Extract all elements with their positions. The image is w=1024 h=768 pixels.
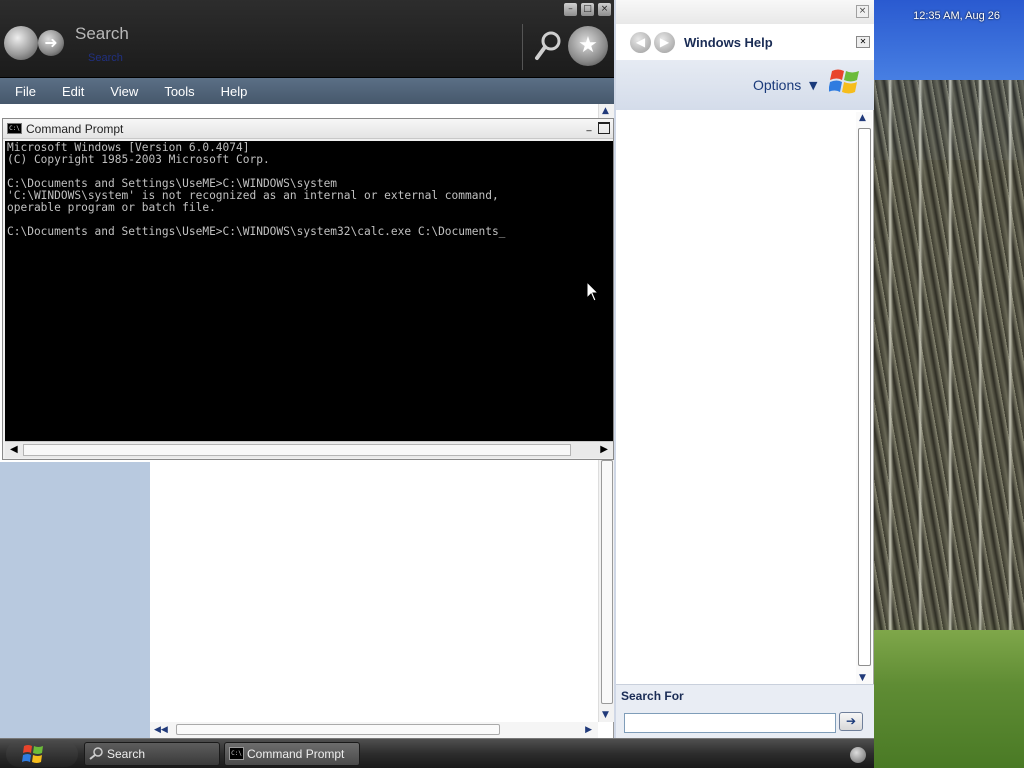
help-titlebar: ×	[616, 0, 874, 24]
left-panel	[0, 462, 150, 738]
menu-edit[interactable]: Edit	[53, 84, 93, 99]
scroll-up-icon[interactable]: ▲	[602, 106, 609, 116]
cmd-task-icon: C:\	[229, 747, 244, 760]
forward-arrow-icon[interactable]: ➜	[38, 30, 64, 56]
cmd-title: Command Prompt	[26, 122, 124, 136]
help-vertical-scrollbar[interactable]: ▲ ▼	[856, 112, 872, 684]
menu-tools[interactable]: Tools	[155, 84, 203, 99]
help-content-area	[620, 114, 858, 682]
windows-help-pane: × ◀ ▶ Windows Help ✕ Options ▼ ▲ ▼ Searc…	[614, 0, 874, 738]
console-line: (C) Copyright 1985-2003 Microsoft Corp.	[7, 153, 270, 166]
menu-view[interactable]: View	[101, 84, 147, 99]
main-horizontal-scrollbar[interactable]: ◀◀ ▶	[150, 722, 598, 738]
taskbar-item-search[interactable]: Search	[84, 742, 220, 766]
help-pin-icon[interactable]: ✕	[856, 36, 870, 48]
cmd-maximize-button[interactable]	[598, 122, 610, 134]
cmd-scroll-left-icon[interactable]: ◀	[10, 444, 18, 455]
cmd-console[interactable]: Microsoft Windows [Version 6.0.4074] (C) …	[5, 141, 613, 441]
taskbar-item-label: Search	[107, 747, 146, 761]
menu-file[interactable]: File	[6, 84, 45, 99]
help-header: ◀ ▶ Windows Help ✕	[616, 24, 874, 60]
cmd-hscroll-thumb[interactable]	[23, 444, 571, 456]
search-toolbar: ➜ Search Search ★ – □ ×	[0, 0, 614, 78]
forward-icon[interactable]: ▶	[654, 32, 675, 53]
windows-logo-icon	[829, 69, 859, 94]
search-task-icon	[89, 747, 103, 760]
desktop-grass	[874, 630, 1024, 768]
tray-icon[interactable]	[850, 747, 866, 763]
cmd-scroll-right-icon[interactable]: ▶	[600, 444, 608, 455]
help-scroll-up-icon[interactable]: ▲	[859, 113, 866, 123]
console-line: C:\Documents and Settings\UseME>C:\WINDO…	[7, 225, 506, 238]
globe-icon[interactable]	[4, 26, 38, 60]
command-prompt-window[interactable]: C:\ Command Prompt _ Microsoft Windows […	[2, 118, 614, 460]
search-go-button[interactable]: ➔	[839, 712, 863, 731]
cmd-icon: C:\	[7, 123, 22, 134]
main-vscroll-thumb[interactable]	[601, 460, 613, 704]
main-hscroll-thumb[interactable]	[176, 724, 500, 735]
mouse-cursor-icon	[586, 281, 600, 302]
back-icon[interactable]: ◀	[630, 32, 651, 53]
help-scroll-down-icon[interactable]: ▼	[859, 673, 866, 683]
magnifier-icon[interactable]	[534, 30, 562, 62]
search-label[interactable]: Search	[75, 24, 129, 44]
start-button[interactable]	[6, 741, 78, 767]
taskbar-item-command-prompt[interactable]: C:\ Command Prompt	[224, 742, 360, 766]
clock: 12:35 AM, Aug 26	[913, 10, 1000, 22]
cmd-titlebar[interactable]: C:\ Command Prompt _	[3, 119, 613, 139]
favorites-star-icon[interactable]: ★	[568, 26, 608, 66]
search-sublabel: Search	[88, 52, 123, 64]
maximize-button[interactable]: □	[581, 3, 594, 16]
minimize-button[interactable]: –	[564, 3, 577, 16]
taskbar: Search C:\ Command Prompt	[0, 738, 874, 768]
help-vscroll-thumb[interactable]	[858, 128, 871, 666]
menu-help[interactable]: Help	[212, 84, 257, 99]
cmd-minimize-button[interactable]: _	[583, 122, 595, 134]
help-title: Windows Help	[684, 35, 773, 50]
toolbar-divider	[522, 24, 523, 70]
help-options-bar: Options ▼	[616, 60, 874, 110]
options-button[interactable]: Options	[753, 77, 801, 93]
menu-bar: File Edit View Tools Help	[0, 78, 614, 104]
help-close-button[interactable]: ×	[856, 5, 869, 18]
help-search-section: Search For ➔	[616, 684, 874, 738]
console-line: operable program or batch file.	[7, 201, 216, 214]
desktop-trees	[874, 80, 1024, 640]
scroll-down-icon[interactable]: ▼	[602, 710, 609, 720]
search-for-label: Search For	[621, 689, 684, 703]
windows-start-icon	[22, 745, 43, 763]
options-dropdown-icon[interactable]: ▼	[809, 79, 817, 92]
help-search-input[interactable]	[624, 713, 836, 733]
close-button[interactable]: ×	[598, 3, 611, 16]
scroll-left-icon[interactable]: ◀◀	[154, 725, 168, 735]
taskbar-item-label: Command Prompt	[247, 747, 345, 761]
scroll-right-icon[interactable]: ▶	[585, 725, 592, 735]
cmd-horizontal-scrollbar[interactable]: ◀ ▶	[5, 441, 613, 458]
